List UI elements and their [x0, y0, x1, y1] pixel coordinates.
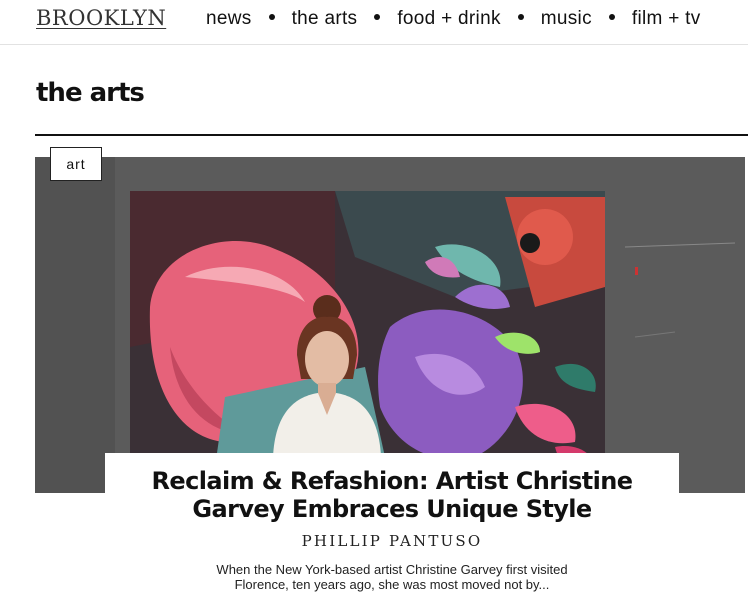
headline-line-1: Reclaim & Refashion: Artist Christine — [151, 467, 634, 495]
section-divider — [35, 134, 748, 136]
nav-separator — [608, 14, 615, 20]
category-tag[interactable]: art — [50, 147, 102, 181]
nav-item-the-arts[interactable]: the arts — [292, 8, 358, 30]
nav-item-food-drink[interactable]: food + drink — [397, 8, 500, 30]
article-headline[interactable]: Reclaim & Refashion: Artist Christine Ga… — [122, 467, 662, 523]
feature-card: Reclaim & Refashion: Artist Christine Ga… — [105, 453, 679, 611]
headline-line-2: Garvey Embraces Unique Style — [192, 495, 592, 523]
nav-item-film-tv[interactable]: film + tv — [632, 8, 701, 30]
nav-separator — [374, 14, 381, 20]
section-title: the arts — [36, 78, 145, 108]
feature-image[interactable] — [35, 157, 745, 493]
site-header: BROOKLYN news the arts food + drink musi… — [0, 0, 748, 45]
article-byline[interactable]: PHILLIP PANTUSO — [105, 532, 679, 550]
main-nav: news the arts food + drink music film + … — [206, 8, 701, 30]
nav-item-news[interactable]: news — [206, 8, 252, 30]
artwork-illustration — [35, 157, 745, 493]
nav-separator — [268, 14, 275, 20]
nav-separator — [517, 14, 524, 20]
nav-item-music[interactable]: music — [541, 8, 592, 30]
article-excerpt: When the New York-based artist Christine… — [216, 562, 568, 592]
site-logo[interactable]: BROOKLYN — [36, 6, 166, 30]
